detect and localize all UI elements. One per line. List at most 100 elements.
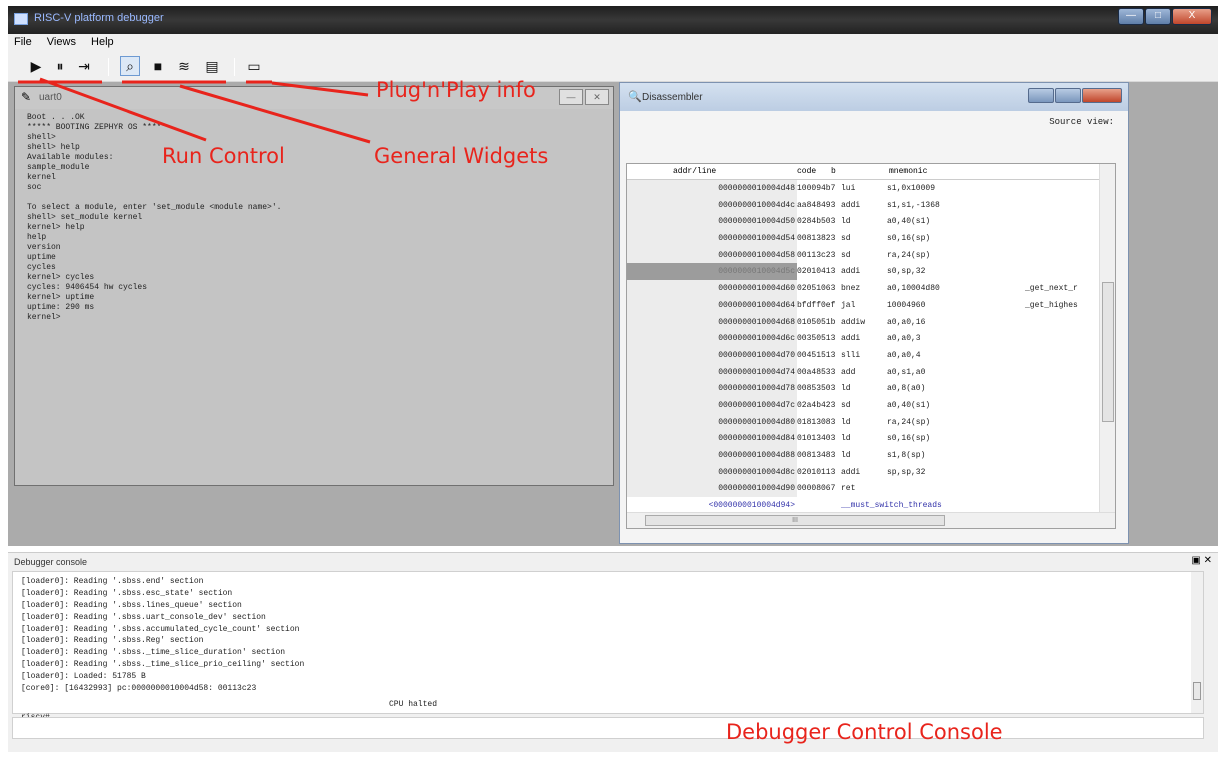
addr-cell: 0000000010004d90	[627, 480, 797, 498]
source-cell: _get_highes	[1025, 300, 1078, 310]
uart-line: ***** BOOTING ZEPHYR OS *****	[27, 123, 167, 132]
mnemonic-cell: sd	[841, 250, 851, 260]
float-icon[interactable]: ▣	[1191, 555, 1200, 566]
addr-cell: 0000000010004d48	[627, 180, 797, 197]
step-icon: ⇥	[78, 57, 90, 74]
console-log: [loader0]: Reading '.sbss.end' section [l…	[21, 576, 304, 695]
window-title: RISC-V platform debugger	[34, 12, 164, 24]
table-row[interactable]: 0000000010004d48 100094b7 lui s1,0x10009	[627, 180, 1101, 197]
code-cell: 00451513	[797, 350, 836, 360]
chip-icon: ■	[153, 58, 163, 74]
mnemonic-cell: ld	[841, 417, 851, 427]
pnp-button[interactable]: ▭	[244, 56, 264, 76]
vertical-scrollbar[interactable]	[1099, 164, 1115, 512]
annotation-debugger-console: Debugger Control Console	[726, 720, 1003, 744]
operands-cell: a0,8(a0)	[887, 384, 926, 394]
mnemonic-cell: ld	[841, 451, 851, 460]
mnemonic-cell: __must_switch_threads	[841, 501, 942, 511]
code-cell: 100094b7	[797, 184, 836, 193]
table-row[interactable]: 0000000010004d6c 00350513 addi a0,a0,3	[627, 330, 1101, 347]
table-row[interactable]: 0000000010004d70 00451513 slli a0,a0,4	[627, 346, 1101, 364]
disasm-close-button[interactable]	[1082, 88, 1122, 103]
mnemonic-cell: addi	[841, 467, 861, 477]
minimize-button[interactable]: —	[1118, 8, 1144, 25]
uart-close-button[interactable]: ✕	[585, 89, 609, 105]
console-line: [core0]: [16432993] pc:0000000010004d58:…	[21, 684, 257, 694]
title-bar: RISC-V platform debugger — □ X	[8, 6, 1218, 34]
table-row[interactable]: 0000000010004d84 01013403 ld s0,16(sp)	[627, 430, 1101, 447]
mnemonic-cell: addi	[841, 334, 861, 344]
table-row[interactable]: 0000000010004d74 00a48533 add a0,s1,a0	[627, 363, 1101, 381]
scroll-thumb[interactable]: III	[645, 515, 945, 526]
console-line: [loader0]: Reading '.sbss.uart_console_d…	[21, 612, 266, 622]
table-row[interactable]: 0000000010004d5c 02010413 addi s0,sp,32	[627, 263, 1101, 281]
column-header-code[interactable]: code	[797, 167, 816, 176]
uart-line: shell> set_module kernel	[27, 213, 143, 222]
table-row[interactable]: 0000000010004d80 01813083 ld ra,24(sp)	[627, 413, 1101, 431]
table-row[interactable]: 0000000010004d7c 02a4b423 sd a0,40(s1)	[627, 396, 1101, 414]
table-row[interactable]: 0000000010004d78 00853503 ld a0,8(a0)	[627, 380, 1101, 397]
toolbar-separator	[108, 58, 109, 76]
inspect-button[interactable]: ⌕	[120, 56, 140, 76]
operands-cell: sp,sp,32	[887, 467, 926, 477]
addr-cell: 0000000010004d68	[627, 313, 797, 331]
table-row[interactable]: 0000000010004d60 02051063 bnez a0,10004d80 _…	[627, 280, 1101, 297]
code-cell: 02010413	[797, 267, 836, 277]
run-icon: ▶	[30, 57, 42, 74]
source-view-label: Source view:	[1049, 117, 1114, 127]
table-header: addr/line code b mnemonic	[627, 164, 1101, 180]
memory-button[interactable]: ▤	[202, 56, 222, 76]
addr-cell: 0000000010004d84	[627, 430, 797, 447]
column-header-addr[interactable]: addr/line	[673, 167, 716, 176]
layers-icon: ≋	[178, 57, 190, 74]
close-button[interactable]: X	[1172, 8, 1212, 25]
scroll-thumb[interactable]	[1193, 682, 1201, 700]
addr-cell: 0000000010004d58	[627, 246, 797, 264]
close-icon[interactable]: ✕	[1204, 555, 1212, 566]
operands-cell: a0,40(s1)	[887, 400, 931, 410]
cpu-status: CPU halted	[389, 700, 438, 709]
console-input[interactable]	[12, 717, 1204, 739]
memory-icon: ▤	[205, 57, 219, 74]
uart-line: uptime: 290 ms	[27, 303, 95, 312]
menu-views[interactable]: Views	[41, 34, 82, 48]
table-row[interactable]: 0000000010004d4c aa848493 addi s1,s1,-1368	[627, 196, 1101, 214]
disassembler-window: 🔍 Disassembler Source view: addr/line co…	[619, 82, 1129, 544]
console-scrollbar[interactable]	[1191, 572, 1203, 713]
pnp-icon: ▭	[247, 57, 261, 74]
magnifier-icon: 🔍	[628, 91, 642, 103]
mnemonic-cell: ld	[841, 217, 851, 227]
layers-button[interactable]: ≋	[174, 56, 194, 76]
console-line: [loader0]: Reading '.sbss._time_slice_pr…	[21, 660, 305, 670]
table-row[interactable]: 0000000010004d64 bfdff0ef jal 10004960 _get_…	[627, 296, 1101, 314]
scroll-thumb[interactable]	[1102, 282, 1114, 422]
mnemonic-cell: lui	[841, 184, 856, 193]
uart-minimize-button[interactable]: —	[559, 89, 583, 105]
console-output[interactable]: [loader0]: Reading '.sbss.end' section [l…	[12, 571, 1204, 722]
horizontal-scrollbar[interactable]: III	[627, 512, 1115, 528]
disasm-maximize-button[interactable]	[1055, 88, 1081, 103]
code-cell: 0284b503	[797, 217, 836, 227]
run-button[interactable]: ▶	[26, 56, 46, 76]
menu-help[interactable]: Help	[85, 34, 120, 48]
disassembler-title: Disassembler	[642, 92, 703, 103]
column-header-mnemonic[interactable]: mnemonic	[889, 167, 927, 176]
table-row[interactable]: 0000000010004d68 0105051b addiw a0,a0,16	[627, 313, 1101, 331]
table-row[interactable]: 0000000010004d54 00813823 sd s0,16(sp)	[627, 230, 1101, 247]
code-cell: 01813083	[797, 417, 836, 427]
pause-button[interactable]: ⏸	[50, 56, 70, 76]
table-row[interactable]: 0000000010004d90 00008067 ret	[627, 480, 1101, 498]
table-row[interactable]: 0000000010004d8c 02010113 addi sp,sp,32	[627, 463, 1101, 481]
annotation-pnp: Plug'n'Play info	[376, 78, 536, 102]
maximize-button[interactable]: □	[1145, 8, 1171, 25]
column-header-b[interactable]: b	[831, 167, 836, 176]
table-row[interactable]: 0000000010004d58 00113c23 sd ra,24(sp)	[627, 246, 1101, 264]
table-row[interactable]: 0000000010004d88 00813483 ld s1,8(sp)	[627, 447, 1101, 464]
disassembler-titlebar[interactable]: 🔍 Disassembler	[620, 83, 1128, 111]
table-row[interactable]: 0000000010004d50 0284b503 ld a0,40(s1)	[627, 213, 1101, 231]
step-button[interactable]: ⇥	[74, 56, 94, 76]
disasm-minimize-button[interactable]	[1028, 88, 1054, 103]
chip-button[interactable]: ■	[148, 56, 168, 76]
uart-line	[27, 193, 607, 203]
menu-file[interactable]: File	[8, 34, 38, 48]
